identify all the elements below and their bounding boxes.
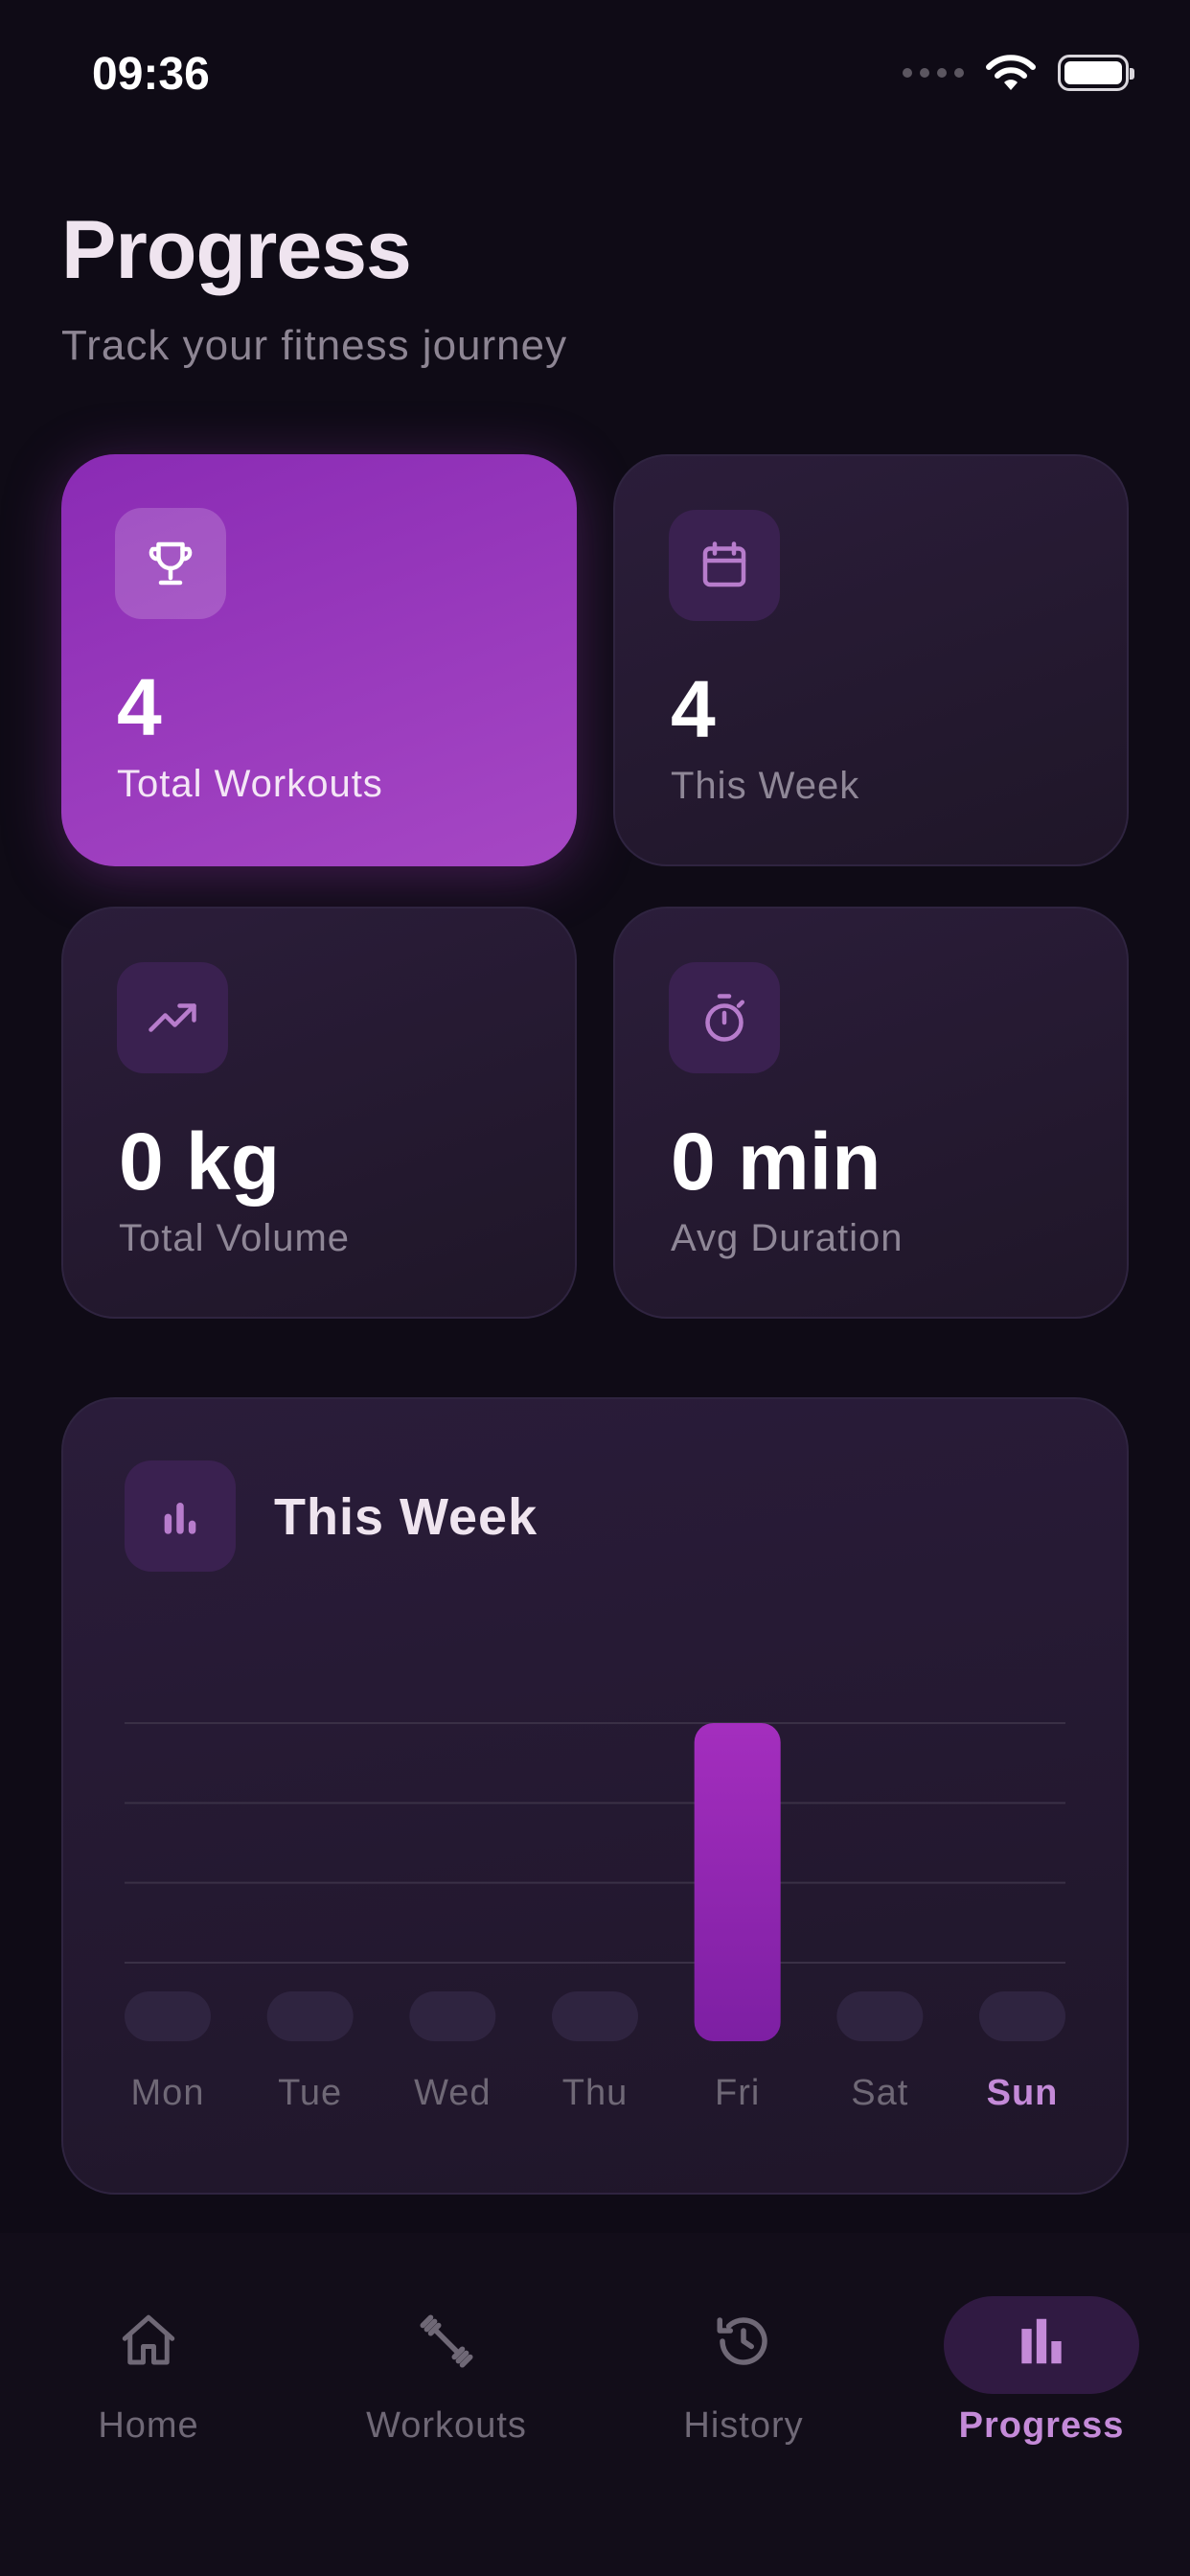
nav-item-history[interactable]: History: [609, 2271, 878, 2463]
battery-icon: [1058, 55, 1134, 91]
chart-label-mon: Mon: [131, 2073, 205, 2113]
nav-item-workouts[interactable]: Workouts: [312, 2271, 581, 2463]
chart-bar-wed[interactable]: [409, 1991, 496, 2041]
stat-value: 4: [117, 662, 162, 752]
nav-label: History: [683, 2405, 804, 2446]
chart-label-sat: Sat: [851, 2073, 908, 2113]
chart-label-wed: Wed: [414, 2073, 491, 2113]
calendar-icon: [669, 510, 780, 621]
chart-bar-sat[interactable]: [836, 1991, 924, 2041]
chart-bar-fri[interactable]: [694, 1723, 781, 2041]
chart-bar-thu[interactable]: [552, 1991, 638, 2041]
bar-chart-icon: [1008, 2308, 1075, 2375]
status-bar: 09:36: [0, 0, 1190, 144]
wifi-icon: [986, 55, 1036, 90]
stat-card-this-week[interactable]: 4 This Week: [613, 454, 1129, 866]
progress-screen: 09:36 Progress Track your fitness journe…: [0, 0, 1190, 2576]
stat-value: 4: [671, 664, 716, 754]
stat-label: Avg Duration: [671, 1217, 904, 1259]
chart-label-thu: Thu: [562, 2073, 628, 2113]
history-icon: [710, 2308, 777, 2375]
stat-card-total-workouts[interactable]: 4 Total Workouts: [61, 454, 577, 866]
bottom-nav: Home Workouts History Progress: [0, 2233, 1190, 2576]
page-subtitle: Track your fitness journey: [61, 322, 568, 369]
stat-label: This Week: [671, 765, 860, 807]
stopwatch-icon: [669, 962, 780, 1073]
status-icons: [903, 54, 1134, 92]
dumbbell-icon: [413, 2308, 480, 2375]
nav-item-progress[interactable]: Progress: [907, 2271, 1176, 2463]
nav-label: Progress: [958, 2405, 1125, 2446]
trending-up-icon: [117, 962, 228, 1073]
stat-label: Total Workouts: [117, 763, 383, 805]
stat-card-avg-duration[interactable]: 0 min Avg Duration: [613, 907, 1129, 1319]
trophy-icon: [115, 508, 226, 619]
stat-label: Total Volume: [119, 1217, 351, 1259]
stat-value: 0 kg: [119, 1116, 281, 1207]
nav-item-home[interactable]: Home: [14, 2271, 283, 2463]
stat-card-total-volume[interactable]: 0 kg Total Volume: [61, 907, 577, 1319]
stat-value: 0 min: [671, 1116, 881, 1207]
chart-label-tue: Tue: [278, 2073, 342, 2113]
chart-bar-sun[interactable]: [979, 1991, 1065, 2041]
nav-label: Home: [98, 2405, 199, 2446]
chart-bar-mon[interactable]: [125, 1991, 211, 2041]
home-icon: [115, 2308, 182, 2375]
weekly-bar-chart: Mon Tue Wed Thu Fri Sat Sun: [125, 1722, 1065, 2113]
chart-label-fri: Fri: [715, 2073, 760, 2113]
nav-label: Workouts: [366, 2405, 527, 2446]
status-time: 09:36: [92, 49, 210, 100]
weekly-chart-card: This Week Mon Tue Wed Thu Fri Sat Sun: [61, 1397, 1129, 2195]
page-title: Progress: [61, 204, 412, 296]
chart-bar-tue[interactable]: [266, 1991, 354, 2041]
chart-label-sun: Sun: [987, 2073, 1059, 2113]
signal-icon: [903, 68, 964, 78]
